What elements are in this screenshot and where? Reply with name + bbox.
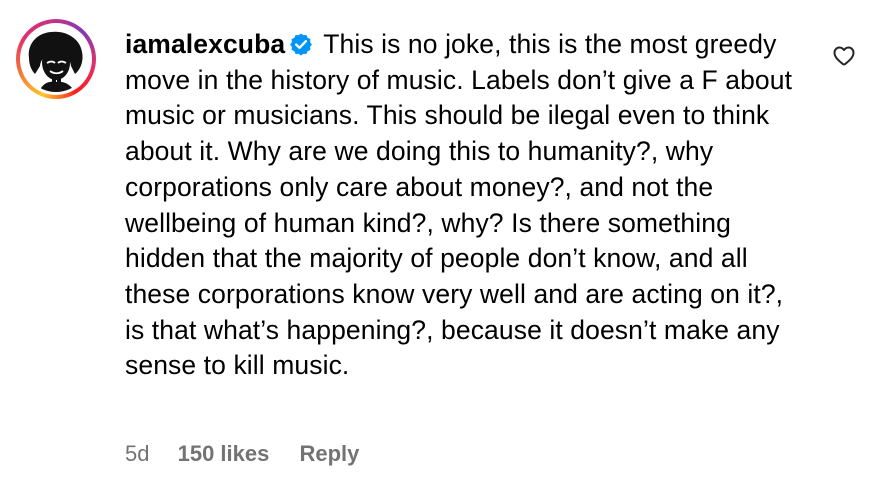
avatar[interactable]: [23, 26, 89, 92]
username-link[interactable]: iamalexcuba: [125, 29, 285, 59]
heart-outline-icon[interactable]: [832, 44, 856, 68]
comment-timestamp[interactable]: 5d: [125, 440, 149, 468]
likes-count-link[interactable]: 150 likes: [178, 440, 270, 468]
verified-badge-icon: [289, 32, 313, 56]
comment: iamalexcuba This is no joke, this is the …: [0, 0, 874, 498]
avatar-story-ring[interactable]: [16, 19, 96, 99]
comment-meta: 5d 150 likes Reply: [125, 440, 359, 468]
comment-body: iamalexcuba This is no joke, this is the …: [125, 27, 805, 384]
comment-text: This is no joke, this is the most greedy…: [125, 29, 793, 381]
avatar-portrait-icon: [23, 26, 89, 92]
reply-button[interactable]: Reply: [299, 440, 359, 468]
avatar-ring-gap: [20, 23, 92, 95]
